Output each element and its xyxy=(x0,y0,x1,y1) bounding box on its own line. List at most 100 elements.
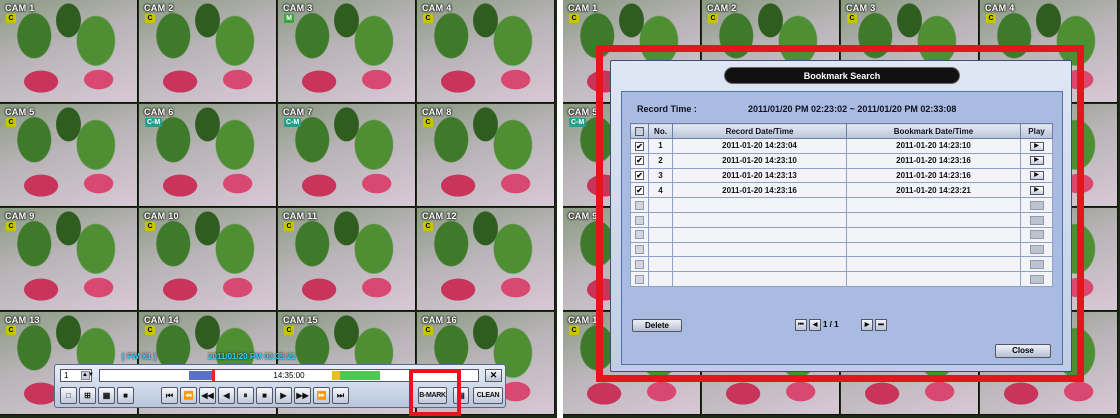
row-select-cell[interactable] xyxy=(630,226,649,243)
table-row[interactable]: ✔ 3 2011-01-20 14:23:13 2011-01-20 14:23:16… xyxy=(630,167,1053,184)
row-select-cell[interactable] xyxy=(630,256,649,273)
row-select-cell[interactable] xyxy=(630,271,649,287)
record-mode-badge: C xyxy=(145,14,155,23)
channel-spin-icon[interactable]: ▲▼ xyxy=(81,371,94,380)
row-record-datetime xyxy=(672,241,847,258)
table-row[interactable] xyxy=(630,197,1053,213)
play-button[interactable]: ▶ xyxy=(275,387,292,404)
row-select-cell[interactable]: ✔ xyxy=(630,152,649,169)
camera-tile[interactable]: CAM 1C xyxy=(0,0,138,103)
row-no xyxy=(648,256,673,273)
row-record-datetime xyxy=(672,271,847,287)
row-select-cell[interactable]: ✔ xyxy=(630,138,649,154)
select-all-checkbox[interactable] xyxy=(635,126,644,136)
table-row[interactable]: ✔ 1 2011-01-20 14:23:04 2011-01-20 14:23:10… xyxy=(630,138,1053,154)
camera-label: CAM 13 xyxy=(5,315,40,325)
camera-tile[interactable]: CAM 3M xyxy=(278,0,416,103)
camera-label: CAM 8 xyxy=(422,107,452,117)
clean-button[interactable]: CLEAN xyxy=(473,387,503,404)
row-select-cell[interactable] xyxy=(630,241,649,258)
camera-tile[interactable]: CAM 9C xyxy=(0,208,138,311)
record-mode-badge: C xyxy=(569,14,579,23)
table-row[interactable] xyxy=(630,226,1053,243)
play-icon[interactable] xyxy=(1029,230,1044,240)
row-checkbox[interactable]: ✔ xyxy=(635,156,644,166)
go-first-button[interactable]: ⏮ xyxy=(161,387,178,404)
camera-tile[interactable]: CAM 5C xyxy=(0,104,138,207)
record-mode-badge: M xyxy=(284,14,294,23)
row-checkbox[interactable] xyxy=(635,245,644,255)
camera-tile[interactable]: CAM 10 C xyxy=(139,208,277,311)
table-row[interactable] xyxy=(630,271,1053,287)
row-bookmark-datetime: 2011-01-20 14:23:16 xyxy=(846,167,1021,184)
pause-button[interactable]: ⏸ xyxy=(237,387,254,404)
page-next-button[interactable]: ▶ xyxy=(861,319,873,331)
table-row[interactable] xyxy=(630,211,1053,228)
reverse-play-button[interactable]: ◀ xyxy=(218,387,235,404)
row-record-datetime: 2011-01-20 14:23:16 xyxy=(672,182,847,199)
play-icon[interactable] xyxy=(1029,245,1044,255)
layout-quad-button[interactable]: ⊞ xyxy=(79,387,96,404)
row-record-datetime: 2011-01-20 14:23:10 xyxy=(672,152,847,169)
row-select-cell[interactable]: ✔ xyxy=(630,167,649,184)
step-forward-button[interactable]: ▶▶ xyxy=(294,387,311,404)
row-checkbox[interactable] xyxy=(635,259,644,269)
row-checkbox[interactable] xyxy=(635,215,644,225)
row-select-cell[interactable] xyxy=(630,211,649,228)
table-row[interactable]: ✔ 2 2011-01-20 14:23:10 2011-01-20 14:23:16… xyxy=(630,152,1053,169)
close-button[interactable]: Close xyxy=(995,344,1051,358)
row-record-datetime xyxy=(672,226,847,243)
page-first-button[interactable]: ⏮ xyxy=(795,319,807,331)
camera-tile[interactable]: CAM 11 C xyxy=(278,208,416,311)
select-all-header[interactable] xyxy=(630,123,649,139)
fast-forward-button[interactable]: ⏩ xyxy=(313,387,330,404)
delete-button[interactable]: Delete xyxy=(632,319,682,332)
play-icon[interactable]: ▶ xyxy=(1029,185,1044,195)
table-row[interactable] xyxy=(630,256,1053,273)
play-icon[interactable]: ▶ xyxy=(1029,171,1044,181)
row-no: 4 xyxy=(648,182,673,199)
page-prev-button[interactable]: ◀ xyxy=(809,319,821,331)
row-checkbox[interactable] xyxy=(635,230,644,240)
layout-sixteen-button[interactable]: ■ xyxy=(117,387,134,404)
layout-single-button[interactable]: □ xyxy=(60,387,77,404)
table-row[interactable] xyxy=(630,241,1053,258)
go-last-button[interactable]: ⏭ xyxy=(332,387,349,404)
camera-tile[interactable]: CAM 6 C-M xyxy=(139,104,277,207)
row-checkbox[interactable] xyxy=(635,200,644,210)
row-select-cell[interactable] xyxy=(630,197,649,213)
fast-rewind-button[interactable]: ⏪ xyxy=(180,387,197,404)
row-play-cell: ▶ xyxy=(1020,152,1053,169)
page-last-button[interactable]: ⏭ xyxy=(875,319,887,331)
row-checkbox[interactable]: ✔ xyxy=(635,171,644,181)
camera-label: CAM 2 xyxy=(707,3,737,13)
camera-label: CAM 6 xyxy=(144,107,174,117)
camera-tile[interactable]: CAM 2C xyxy=(139,0,277,103)
channel-value: 1 xyxy=(64,371,69,380)
toolbar-close-button[interactable]: ✕ xyxy=(485,369,502,382)
record-mode-badge: C xyxy=(847,14,857,23)
record-mode-badge: C xyxy=(6,222,16,231)
play-icon[interactable] xyxy=(1029,259,1044,269)
channel-select[interactable]: 1 ▲▼ xyxy=(60,369,94,382)
play-icon[interactable]: ▶ xyxy=(1029,156,1044,166)
stop-button[interactable]: ■ xyxy=(256,387,273,404)
row-select-cell[interactable]: ✔ xyxy=(630,182,649,199)
play-icon[interactable] xyxy=(1029,274,1044,284)
camera-label: CAM 4 xyxy=(422,3,452,13)
row-checkbox[interactable] xyxy=(635,274,644,284)
rewind-button[interactable]: ◀◀ xyxy=(199,387,216,404)
layout-nine-button[interactable]: ▦ xyxy=(98,387,115,404)
camera-tile[interactable]: CAM 4C xyxy=(417,0,555,103)
camera-tile[interactable]: CAM 8C xyxy=(417,104,555,207)
camera-tile[interactable]: CAM 12 C xyxy=(417,208,555,311)
row-checkbox[interactable]: ✔ xyxy=(635,185,644,195)
camera-label: CAM 1 xyxy=(568,3,598,13)
camera-tile[interactable]: CAM 7 C-M xyxy=(278,104,416,207)
row-checkbox[interactable]: ✔ xyxy=(635,141,644,151)
play-icon[interactable] xyxy=(1029,200,1044,210)
table-row[interactable]: ✔ 4 2011-01-20 14:23:16 2011-01-20 14:23:21… xyxy=(630,182,1053,199)
row-play-cell xyxy=(1020,271,1053,287)
play-icon[interactable]: ▶ xyxy=(1029,141,1044,151)
play-icon[interactable] xyxy=(1029,215,1044,225)
